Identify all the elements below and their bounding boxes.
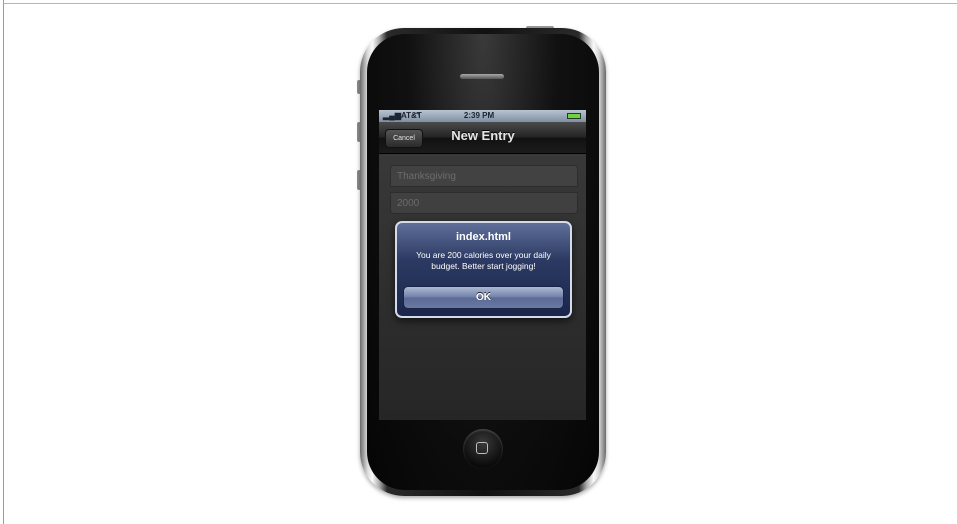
page-title: New Entry bbox=[451, 128, 515, 143]
alert-dialog: index.html You are 200 calories over you… bbox=[395, 221, 572, 318]
ok-button[interactable]: OK bbox=[403, 286, 564, 309]
home-square-icon bbox=[476, 442, 488, 454]
earpiece-speaker bbox=[460, 74, 504, 79]
wifi-icon: ◠ bbox=[413, 111, 420, 120]
cancel-button[interactable]: Cancel bbox=[385, 129, 423, 148]
alert-title: index.html bbox=[455, 231, 511, 243]
status-bar: ▂▄▆AT&T ◠ 2:39 PM bbox=[379, 110, 586, 122]
signal-icon: ▂▄▆ bbox=[383, 111, 401, 120]
battery-icon bbox=[567, 113, 581, 119]
food-input[interactable]: Thanksgiving bbox=[390, 165, 578, 187]
alert-message: You are 200 calories over your daily bud… bbox=[416, 250, 551, 271]
calories-input[interactable]: 2000 bbox=[390, 192, 578, 214]
image-frame-top bbox=[3, 3, 957, 4]
home-button[interactable] bbox=[463, 429, 503, 469]
image-frame-left bbox=[3, 0, 4, 524]
navigation-bar: Cancel New Entry bbox=[379, 122, 586, 154]
status-time: 2:39 PM bbox=[463, 111, 495, 120]
